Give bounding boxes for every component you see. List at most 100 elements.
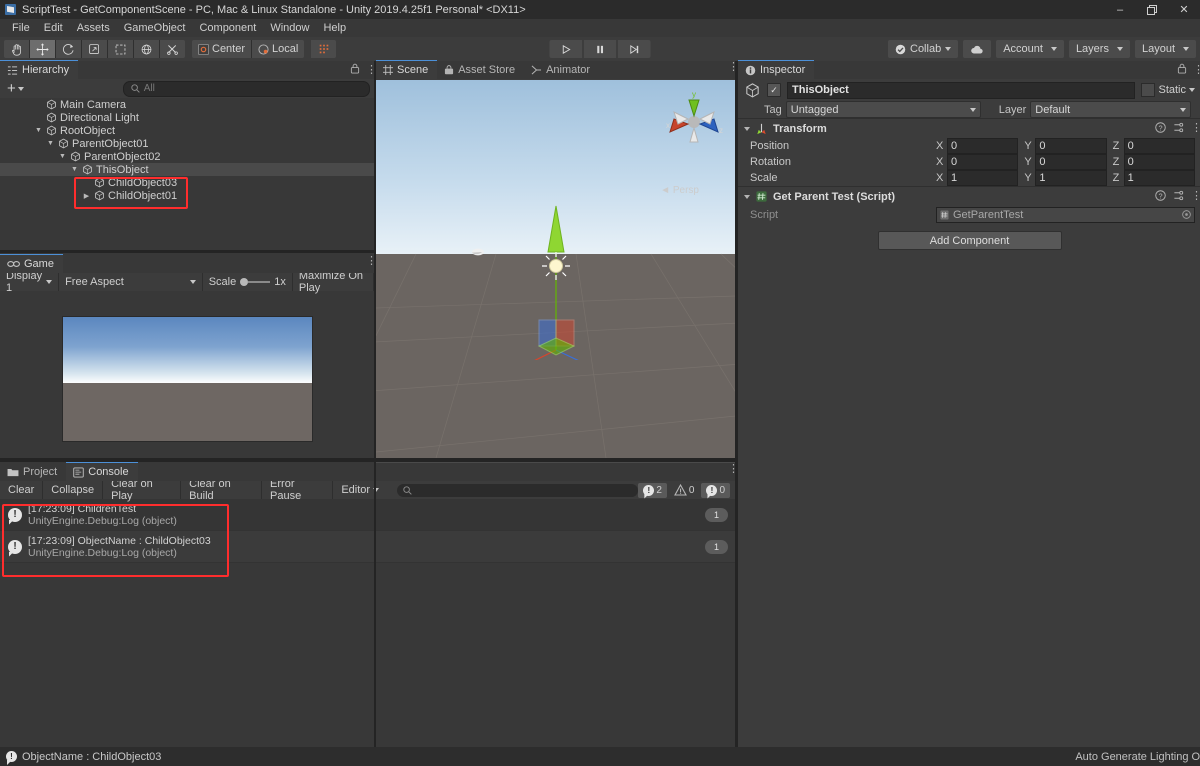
game-display-dropdown[interactable]: Display 1 bbox=[0, 273, 59, 291]
object-name-input[interactable]: ThisObject bbox=[787, 82, 1135, 99]
add-gameobject-button[interactable]: + bbox=[4, 83, 27, 94]
menu-component[interactable]: Component bbox=[192, 21, 263, 35]
console-menu-icon[interactable]: ⋮ bbox=[728, 465, 732, 474]
minimize-icon[interactable]: – bbox=[1104, 0, 1136, 19]
restore-icon[interactable] bbox=[1136, 0, 1168, 19]
hierarchy-search-input[interactable]: All bbox=[123, 81, 370, 97]
transform-input-rotation-y[interactable]: 0 bbox=[1035, 154, 1106, 170]
game-menu-icon[interactable]: ⋮ bbox=[366, 257, 370, 266]
clear-on-play-button[interactable]: Clear on Play bbox=[103, 481, 181, 499]
transform-input-position-z[interactable]: 0 bbox=[1124, 138, 1195, 154]
close-icon[interactable]: ✕ bbox=[1168, 0, 1200, 19]
expand-arrow-icon[interactable]: ▼ bbox=[34, 127, 43, 134]
rotate-tool-icon[interactable] bbox=[55, 40, 81, 58]
menu-gameobject[interactable]: GameObject bbox=[117, 21, 193, 35]
transform-input-scale-x[interactable]: 1 bbox=[947, 170, 1018, 186]
menu-edit[interactable]: Edit bbox=[37, 21, 70, 35]
tab-project[interactable]: Project bbox=[0, 463, 66, 481]
add-component-button[interactable]: Add Component bbox=[878, 231, 1062, 250]
status-message[interactable]: ObjectName : ChildObject03 bbox=[22, 751, 161, 763]
clear-on-build-button[interactable]: Clear on Build bbox=[181, 481, 262, 499]
layer-dropdown[interactable]: Default bbox=[1030, 101, 1191, 118]
expand-arrow-icon[interactable]: ▼ bbox=[46, 140, 55, 147]
hierarchy-item-directional light[interactable]: Directional Light bbox=[0, 111, 374, 124]
slider-track[interactable] bbox=[240, 278, 270, 286]
game-aspect-dropdown[interactable]: Free Aspect bbox=[59, 273, 203, 291]
tab-game[interactable]: Game bbox=[0, 254, 63, 273]
step-button[interactable] bbox=[617, 40, 651, 58]
scale-tool-icon[interactable] bbox=[81, 40, 107, 58]
static-checkbox[interactable] bbox=[1141, 83, 1155, 97]
editor-dropdown[interactable]: Editor bbox=[333, 481, 387, 499]
scene-projection-mode[interactable]: ◄ Persp bbox=[660, 185, 699, 196]
expand-arrow-icon[interactable]: ▼ bbox=[58, 153, 67, 160]
game-view[interactable] bbox=[62, 316, 313, 442]
custom-tool-icon[interactable] bbox=[159, 40, 185, 58]
hierarchy-item-parentobject01[interactable]: ▼ParentObject01 bbox=[0, 137, 374, 150]
menu-help[interactable]: Help bbox=[316, 21, 353, 35]
preset-icon[interactable] bbox=[1173, 190, 1184, 204]
maximize-on-play-button[interactable]: Maximize On Play bbox=[293, 273, 374, 291]
account-button[interactable]: Account bbox=[996, 40, 1064, 58]
warning-count-toggle[interactable]: 0 bbox=[669, 483, 700, 498]
pivot-mode-button[interactable]: Center bbox=[192, 40, 251, 58]
component-menu-icon[interactable]: ⋮ bbox=[1191, 124, 1195, 133]
collab-button[interactable]: Collab bbox=[888, 40, 958, 58]
inspector-menu-icon[interactable]: ⋮ bbox=[1193, 66, 1197, 75]
log-count-toggle[interactable]: ! 0 bbox=[701, 483, 730, 498]
hand-tool-icon[interactable] bbox=[4, 40, 29, 58]
pause-button[interactable] bbox=[583, 40, 617, 58]
hierarchy-menu-icon[interactable]: ⋮ bbox=[366, 66, 370, 75]
transform-input-position-y[interactable]: 0 bbox=[1035, 138, 1106, 154]
tab-hierarchy[interactable]: Hierarchy bbox=[0, 60, 78, 79]
error-pause-button[interactable]: Error Pause bbox=[262, 481, 333, 499]
transform-tool-icon[interactable] bbox=[133, 40, 159, 58]
scene-view[interactable]: y x z ◄ Persp bbox=[376, 80, 736, 458]
script-object-field[interactable]: GetParentTest bbox=[936, 207, 1195, 223]
hierarchy-item-thisobject[interactable]: ▼ThisObject bbox=[0, 163, 374, 176]
play-button[interactable] bbox=[550, 40, 583, 58]
transform-input-scale-y[interactable]: 1 bbox=[1035, 170, 1106, 186]
lock-icon[interactable] bbox=[350, 63, 360, 77]
hierarchy-item-rootobject[interactable]: ▼RootObject bbox=[0, 124, 374, 137]
expand-arrow-icon[interactable]: ▶ bbox=[82, 192, 91, 200]
layout-button[interactable]: Layout bbox=[1135, 40, 1196, 58]
hierarchy-item-childobject03[interactable]: ChildObject03 bbox=[0, 176, 374, 189]
clear-button[interactable]: Clear bbox=[0, 481, 43, 499]
console-search-input[interactable] bbox=[397, 484, 638, 497]
scene-orientation-gizmo[interactable]: y x z bbox=[660, 88, 728, 152]
collapse-arrow-icon[interactable] bbox=[744, 127, 750, 131]
menu-file[interactable]: File bbox=[5, 21, 37, 35]
object-active-checkbox[interactable]: ✓ bbox=[767, 83, 781, 97]
grid-snap-icon[interactable] bbox=[311, 40, 336, 58]
hierarchy-item-parentobject02[interactable]: ▼ParentObject02 bbox=[0, 150, 374, 163]
horizontal-divider-2[interactable] bbox=[0, 458, 736, 462]
rect-tool-icon[interactable] bbox=[107, 40, 133, 58]
tab-inspector[interactable]: Inspector bbox=[738, 60, 814, 79]
tag-dropdown[interactable]: Untagged bbox=[786, 101, 981, 118]
console-log-entry[interactable]: ![17:23:09] ChildrenTestUnityEngine.Debu… bbox=[0, 499, 736, 531]
static-toggle[interactable]: Static bbox=[1141, 83, 1195, 97]
tab-animator[interactable]: Animator bbox=[524, 61, 599, 79]
vertical-divider[interactable] bbox=[374, 61, 376, 747]
menu-assets[interactable]: Assets bbox=[70, 21, 117, 35]
lock-icon[interactable] bbox=[1177, 63, 1187, 77]
component-menu-icon[interactable]: ⋮ bbox=[1191, 192, 1195, 201]
tab-console[interactable]: Console bbox=[66, 462, 137, 481]
horizontal-divider[interactable] bbox=[0, 250, 374, 253]
scene-panel-menu-icon[interactable]: ⋮ bbox=[728, 63, 732, 72]
transform-input-rotation-z[interactable]: 0 bbox=[1124, 154, 1195, 170]
transform-component-header[interactable]: Transform ? ⋮ bbox=[738, 118, 1200, 138]
script-component-header[interactable]: Get Parent Test (Script) ? ⋮ bbox=[738, 186, 1200, 206]
game-scale-slider[interactable]: Scale 1x bbox=[203, 273, 293, 291]
move-gizmo[interactable] bbox=[466, 160, 656, 360]
layers-button[interactable]: Layers bbox=[1069, 40, 1130, 58]
cloud-button[interactable] bbox=[963, 40, 991, 58]
help-icon[interactable]: ? bbox=[1155, 122, 1166, 136]
collapse-button[interactable]: Collapse bbox=[43, 481, 103, 499]
hierarchy-item-childobject01[interactable]: ▶ChildObject01 bbox=[0, 189, 374, 202]
transform-input-scale-z[interactable]: 1 bbox=[1124, 170, 1195, 186]
menu-window[interactable]: Window bbox=[263, 21, 316, 35]
tab-asset-store[interactable]: Asset Store bbox=[437, 61, 524, 79]
pivot-rotation-button[interactable]: Local bbox=[251, 40, 304, 58]
